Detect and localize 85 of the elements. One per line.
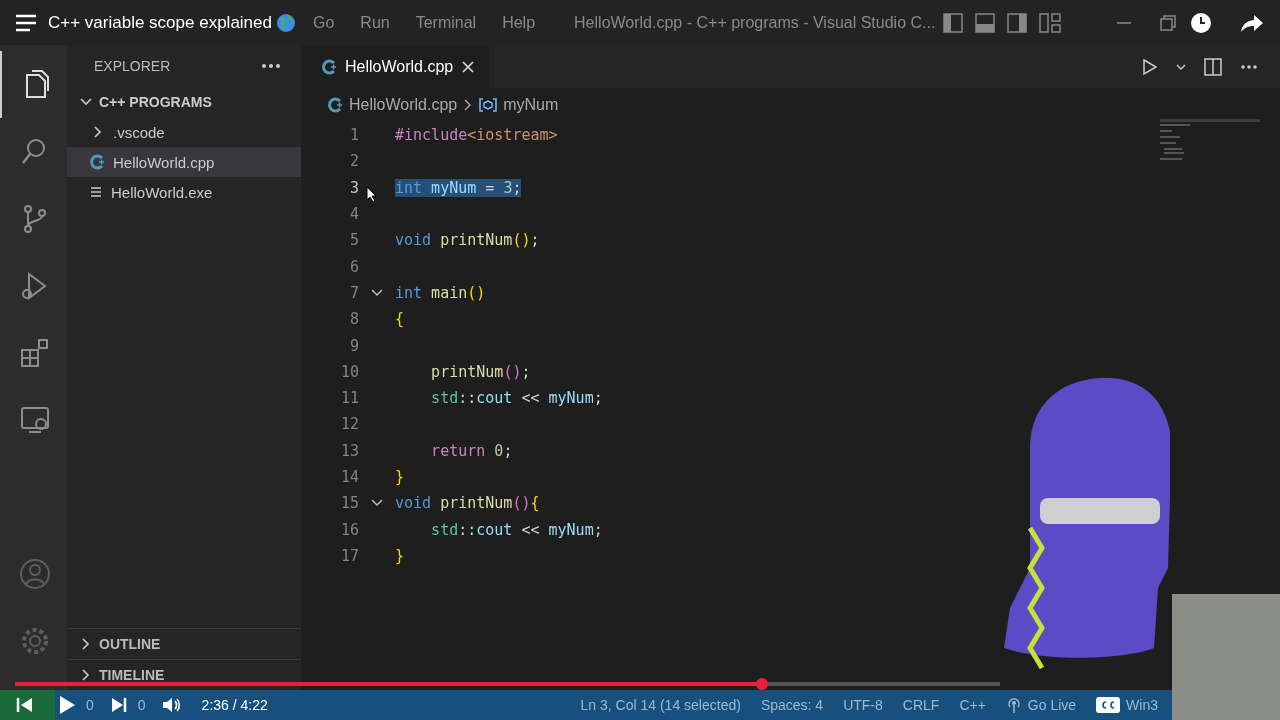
pointer-icon [366,186,376,202]
code-line: #include<iostream> [395,126,558,145]
video-title[interactable]: C++ variable scope explained [48,12,272,33]
cpp-file-icon [321,58,337,75]
line-number: 8 [348,310,359,329]
status-item[interactable]: Go Live [995,696,1087,714]
video-time: 2:36 / 4:22 [201,697,268,713]
breadcrumb-item[interactable]: myNum [503,96,559,114]
line-number: 14 [339,468,359,486]
play-icon[interactable] [58,695,76,715]
error-count: 0 [86,697,94,713]
code-line: void printNum(){ [395,494,540,513]
line-number: 13 [339,441,359,460]
file-tree-item[interactable]: HelloWorld.cpp [67,147,301,177]
status-item[interactable]: Win3 [1086,696,1168,714]
sidebar-layout-icon[interactable] [943,12,964,33]
broadcast-icon [1005,696,1022,714]
menu-item[interactable]: Go [300,13,348,32]
status-item[interactable]: CRLF [892,696,950,714]
volume-icon[interactable] [161,696,182,714]
lines-file-icon [89,185,103,199]
status-item[interactable]: Spaces: 4 [750,696,834,714]
cpp-file-icon [327,97,343,113]
line-number: 11 [339,389,359,408]
line-number: 4 [348,205,359,224]
secondary-sidebar-icon[interactable] [1007,12,1028,33]
share-icon[interactable] [1240,12,1264,33]
more-icon[interactable] [1240,63,1258,70]
more-icon[interactable] [261,63,281,69]
menu-item[interactable]: Run [347,13,403,32]
line-number: 2 [348,152,359,171]
clock-icon[interactable] [1190,11,1212,34]
status-item[interactable]: Ln 3, Col 14 (14 selected) [570,696,751,714]
close-icon[interactable] [461,59,476,74]
run-icon[interactable] [1142,57,1158,76]
line-number: 10 [339,362,359,381]
progress-handle[interactable] [755,678,768,690]
line-number: 1 [348,126,359,145]
fold-chevron-icon[interactable] [371,287,383,298]
cpp-file-icon [89,154,105,170]
breadcrumb-item[interactable]: HelloWorld.cpp [349,96,458,114]
restore-icon[interactable] [1160,14,1176,31]
customize-layout-icon[interactable] [1039,12,1062,33]
code-line: } [395,468,405,486]
menu-item[interactable]: Help [489,13,549,32]
globe-icon [276,12,296,33]
menu-item[interactable]: Terminal [402,13,490,32]
status-item[interactable]: C++ [949,696,996,714]
section-header[interactable]: OUTLINE [99,636,161,652]
line-number: 3 [348,178,359,197]
window-title: HelloWorld.cpp - C++ programs - Visual Studio C... [574,13,936,32]
warning-count: 0 [137,697,146,713]
file-tree-item[interactable]: .vscode [67,117,301,147]
code-line: int main() [395,283,486,302]
code-line: { [395,310,405,329]
menu-icon[interactable] [16,13,36,32]
line-number: 6 [348,257,359,276]
next-icon[interactable] [109,697,128,713]
section-header[interactable]: TIMELINE [99,667,165,683]
sidebar-title: EXPLORER [94,58,171,74]
status-item[interactable]: UTF-8 [833,696,893,714]
captions-icon[interactable] [1096,697,1121,713]
code-line: printNum(); [430,362,531,381]
line-number: 9 [348,336,359,355]
previous-icon[interactable] [16,697,34,713]
editor-tab[interactable]: HelloWorld.cpp [301,45,490,88]
extensions-icon[interactable] [18,336,51,369]
code-line: return 0; [430,441,513,460]
line-number: 15 [339,494,359,513]
line-number: 17 [339,546,359,565]
caret-icon[interactable] [1176,62,1186,71]
fold-chevron-icon[interactable] [371,498,383,509]
code-line: } [395,546,405,565]
line-number: 5 [348,231,359,250]
split-editor-icon[interactable] [1204,57,1222,76]
panel-layout-icon[interactable] [975,12,996,33]
line-number: 7 [348,283,359,302]
code-line: void printNum(); [395,231,540,250]
line-number: 16 [339,520,359,539]
code-line: std::cout << myNum; [430,389,603,408]
folder-label[interactable]: C++ PROGRAMS [99,94,212,110]
line-number: 12 [339,415,359,434]
code-line: std::cout << myNum; [430,520,603,539]
file-tree-item[interactable]: HelloWorld.exe [67,177,301,207]
variable-icon [479,98,498,112]
